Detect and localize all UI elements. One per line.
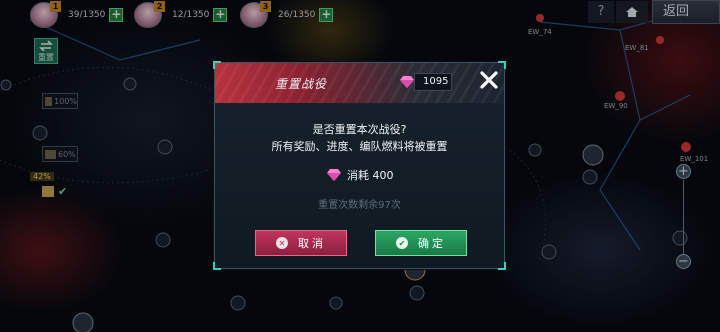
gem-icon <box>327 169 341 181</box>
dialog-corner <box>213 61 221 69</box>
gem-icon <box>400 76 414 88</box>
confirm-question: 是否重置本次战役? <box>312 123 407 136</box>
cancel-label: 取消 <box>298 237 326 250</box>
gem-balance: 1095 <box>414 73 452 91</box>
confirm-button[interactable]: ✔ 确定 <box>375 230 467 256</box>
cost-label: 消耗 400 <box>347 169 394 182</box>
cost-row: 消耗 400 <box>327 167 394 183</box>
cancel-icon: ✕ <box>276 237 288 249</box>
cancel-button[interactable]: ✕ 取消 <box>255 230 347 256</box>
dialog-corner <box>498 262 506 270</box>
check-icon: ✔ <box>396 237 408 249</box>
confirm-label: 确定 <box>418 237 446 250</box>
dialog-title: 重置战役 <box>275 77 328 91</box>
dialog-corner <box>498 61 506 69</box>
remaining-resets: 重置次数剩余97次 <box>318 200 401 211</box>
close-icon[interactable] <box>479 70 499 90</box>
dialog-header <box>215 63 504 103</box>
dialog-corner <box>213 262 221 270</box>
reset-campaign-dialog: 重置战役 1095 是否重置本次战役? 所有奖励、进度、编队燃料将被重置 消耗 … <box>213 61 506 270</box>
reset-warning: 所有奖励、进度、编队燃料将被重置 <box>271 140 448 153</box>
